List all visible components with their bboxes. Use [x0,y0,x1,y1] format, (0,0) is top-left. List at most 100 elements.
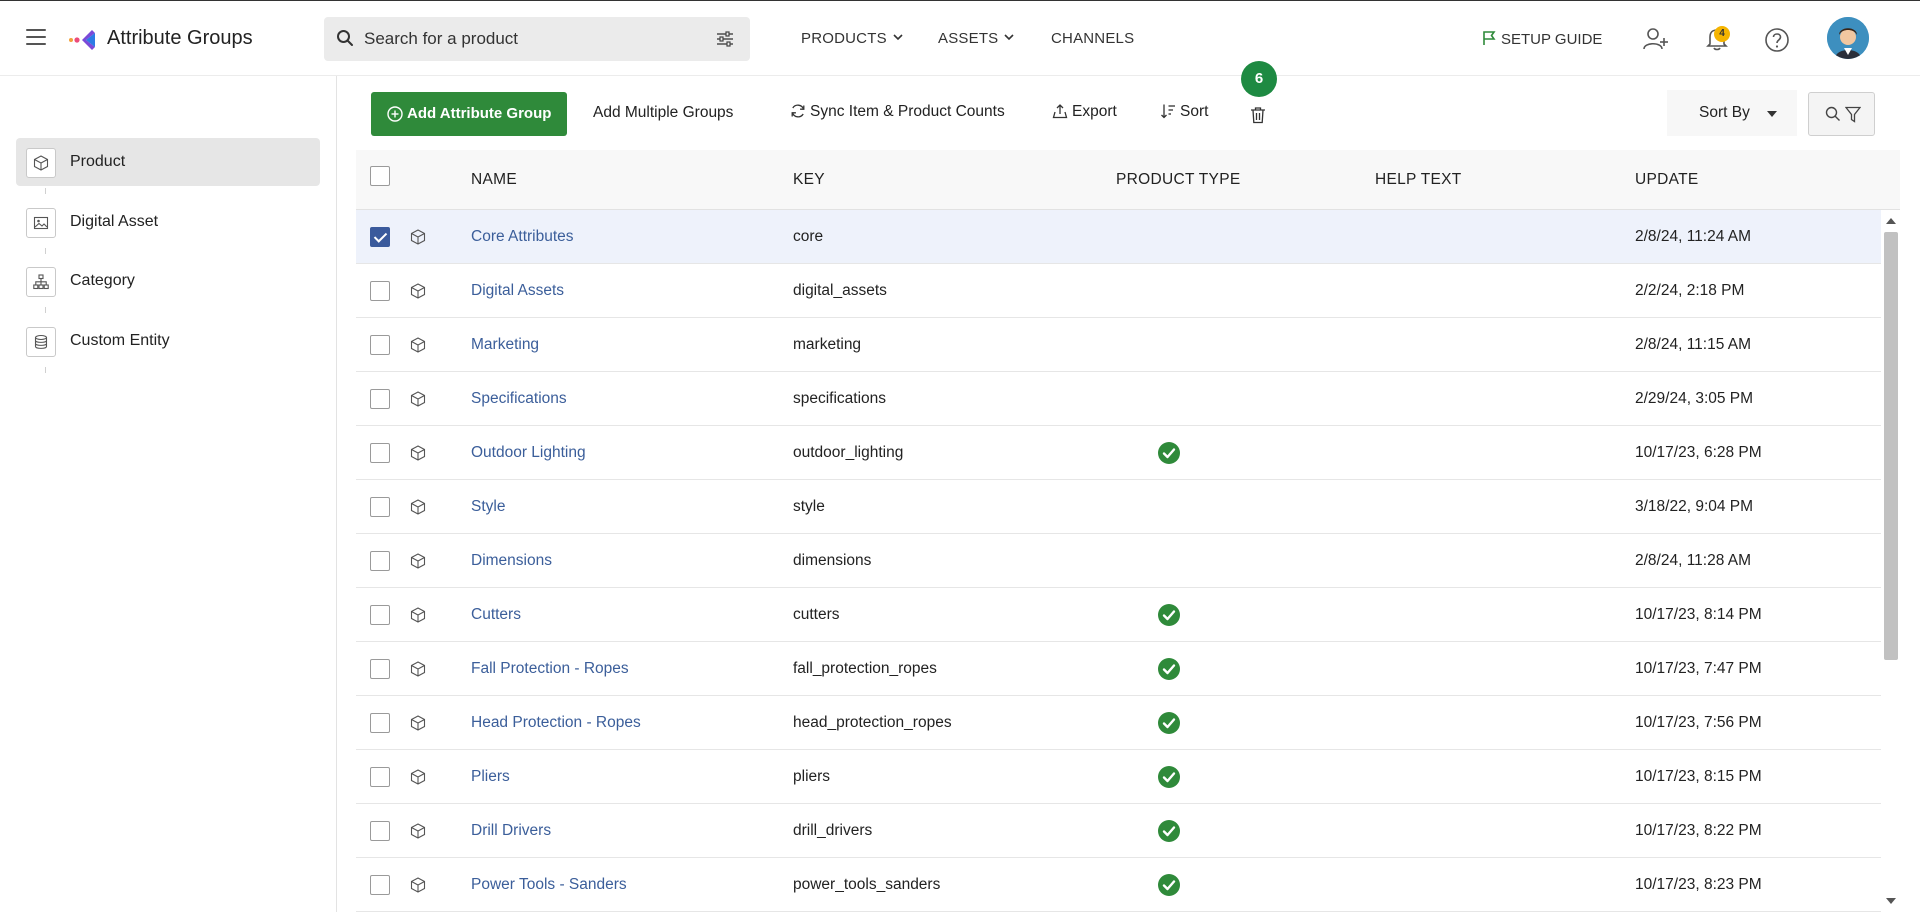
column-header-name[interactable]: NAME [471,171,517,189]
nav-channels[interactable]: CHANNELS [1051,30,1134,47]
row-checkbox[interactable] [370,335,390,355]
table-row[interactable]: Digital Assets digital_assets 2/2/24, 2:18… [356,264,1881,318]
trash-icon[interactable] [1250,106,1266,124]
column-header-key[interactable]: KEY [793,171,825,189]
check-circle-icon [1158,658,1180,685]
updated-timestamp: 3/18/22, 9:04 PM [1635,498,1754,515]
group-key: core [793,228,824,245]
sync-counts-label: Sync Item & Product Counts [810,103,1005,120]
row-checkbox[interactable] [370,713,390,733]
group-name-link[interactable]: Pliers [471,768,510,786]
row-checkbox[interactable] [370,443,390,463]
search-filter-button[interactable] [1808,92,1875,136]
check-circle-icon [1158,820,1180,847]
row-checkbox[interactable] [370,227,390,247]
group-name-link[interactable]: Core Attributes [471,228,574,246]
group-name-link[interactable]: Style [471,498,505,516]
group-name-link[interactable]: Specifications [471,390,567,408]
search-bar [324,17,750,61]
sidebar-icon-box [26,208,56,238]
column-header-product-type[interactable]: PRODUCT TYPE [1116,171,1240,189]
avatar[interactable] [1827,17,1869,59]
row-checkbox[interactable] [370,551,390,571]
export-button[interactable]: Export [1052,103,1117,121]
group-key: drill_drivers [793,822,873,839]
group-key: cutters [793,606,840,623]
group-key: specifications [793,390,887,407]
table-row[interactable]: Head Protection - Ropes head_protection_r… [356,696,1881,750]
nav-assets-label: ASSETS [938,30,999,47]
table-row[interactable]: Dimensions dimensions 2/8/24, 11:28 AM [356,534,1881,588]
add-user-icon[interactable] [1642,27,1670,51]
updated-timestamp: 2/8/24, 11:24 AM [1635,228,1752,245]
updated-timestamp: 2/29/24, 3:05 PM [1635,390,1754,407]
group-key: pliers [793,768,831,785]
sidebar-item-digital-asset[interactable]: Digital Asset [16,198,320,246]
table-row[interactable]: Outdoor Lighting outdoor_lighting 10/17/23… [356,426,1881,480]
sidebar-item-category[interactable]: Category [16,257,320,305]
table-row[interactable]: Cutters cutters 10/17/23, 8:14 PM [356,588,1881,642]
row-checkbox[interactable] [370,389,390,409]
setup-guide-link[interactable]: SETUP GUIDE [1481,30,1602,48]
sidebar-item-product[interactable]: Product [16,138,320,186]
group-name-link[interactable]: Digital Assets [471,282,564,300]
updated-timestamp: 10/17/23, 8:22 PM [1635,822,1762,839]
table-row[interactable]: Drill Drivers drill_drivers 10/17/23, 8:22… [356,804,1881,858]
row-checkbox[interactable] [370,767,390,787]
group-name-link[interactable]: Fall Protection - Ropes [471,660,629,678]
help-icon[interactable] [1764,27,1790,53]
nav-products[interactable]: PRODUCTS [801,30,903,47]
add-attribute-group-button[interactable]: Add Attribute Group [371,92,567,136]
row-checkbox[interactable] [370,659,390,679]
sync-icon [791,104,805,118]
row-checkbox[interactable] [370,497,390,517]
cube-icon [410,337,426,358]
row-checkbox[interactable] [370,875,390,895]
group-name-link[interactable]: Marketing [471,336,539,354]
add-multiple-groups-button[interactable]: Add Multiple Groups [593,104,733,122]
group-name-link[interactable]: Head Protection - Ropes [471,714,641,732]
group-name-link[interactable]: Power Tools - Sanders [471,876,627,894]
group-name-link[interactable]: Cutters [471,606,521,624]
nav-assets[interactable]: ASSETS [938,30,1014,47]
search-input[interactable] [364,17,704,61]
updated-timestamp: 2/2/24, 2:18 PM [1635,282,1745,299]
scroll-up-arrow-icon[interactable] [1886,218,1896,224]
sidebar-item-label: Custom Entity [70,332,170,349]
menu-icon[interactable] [26,29,46,45]
sidebar-connector [45,248,46,254]
search-options-icon[interactable] [716,31,734,47]
column-header-update[interactable]: UPDATE [1635,171,1699,189]
group-name-link[interactable]: Drill Drivers [471,822,551,840]
table-row[interactable]: Marketing marketing 2/8/24, 11:15 AM [356,318,1881,372]
table-row[interactable]: Core Attributes core 2/8/24, 11:24 AM [356,210,1881,264]
scroll-down-arrow-icon[interactable] [1886,898,1896,904]
sidebar-icon-box [26,267,56,297]
sort-by-dropdown[interactable]: Sort By [1667,90,1797,136]
sort-button[interactable]: Sort [1160,103,1208,121]
row-checkbox[interactable] [370,821,390,841]
row-checkbox[interactable] [370,281,390,301]
table-row[interactable]: Power Tools - Sanders power_tools_sanders… [356,858,1881,912]
cube-icon [410,283,426,304]
sync-counts-button[interactable]: Sync Item & Product Counts [790,103,1005,121]
cube-icon [410,445,426,466]
user-avatar-icon [1827,17,1869,59]
cube-icon [410,499,426,520]
group-name-link[interactable]: Outdoor Lighting [471,444,586,462]
table-row[interactable]: Fall Protection - Ropes fall_protection_r… [356,642,1881,696]
column-header-help-text[interactable]: HELP TEXT [1375,171,1462,189]
check-circle-icon [1158,604,1180,631]
table-row[interactable]: Specifications specifications 2/29/24, 3:0… [356,372,1881,426]
row-checkbox[interactable] [370,605,390,625]
group-name-link[interactable]: Dimensions [471,552,552,570]
select-all-checkbox[interactable] [370,166,390,186]
sort-icon [1161,104,1175,119]
plus-circle-icon [387,106,403,122]
sidebar-connector [45,367,46,373]
chevron-down-icon [1004,34,1014,41]
table-row[interactable]: Pliers pliers 10/17/23, 8:15 PM [356,750,1881,804]
sidebar-item-custom-entity[interactable]: Custom Entity [16,317,320,365]
scrollbar-thumb[interactable] [1884,232,1898,660]
table-row[interactable]: Style style 3/18/22, 9:04 PM [356,480,1881,534]
